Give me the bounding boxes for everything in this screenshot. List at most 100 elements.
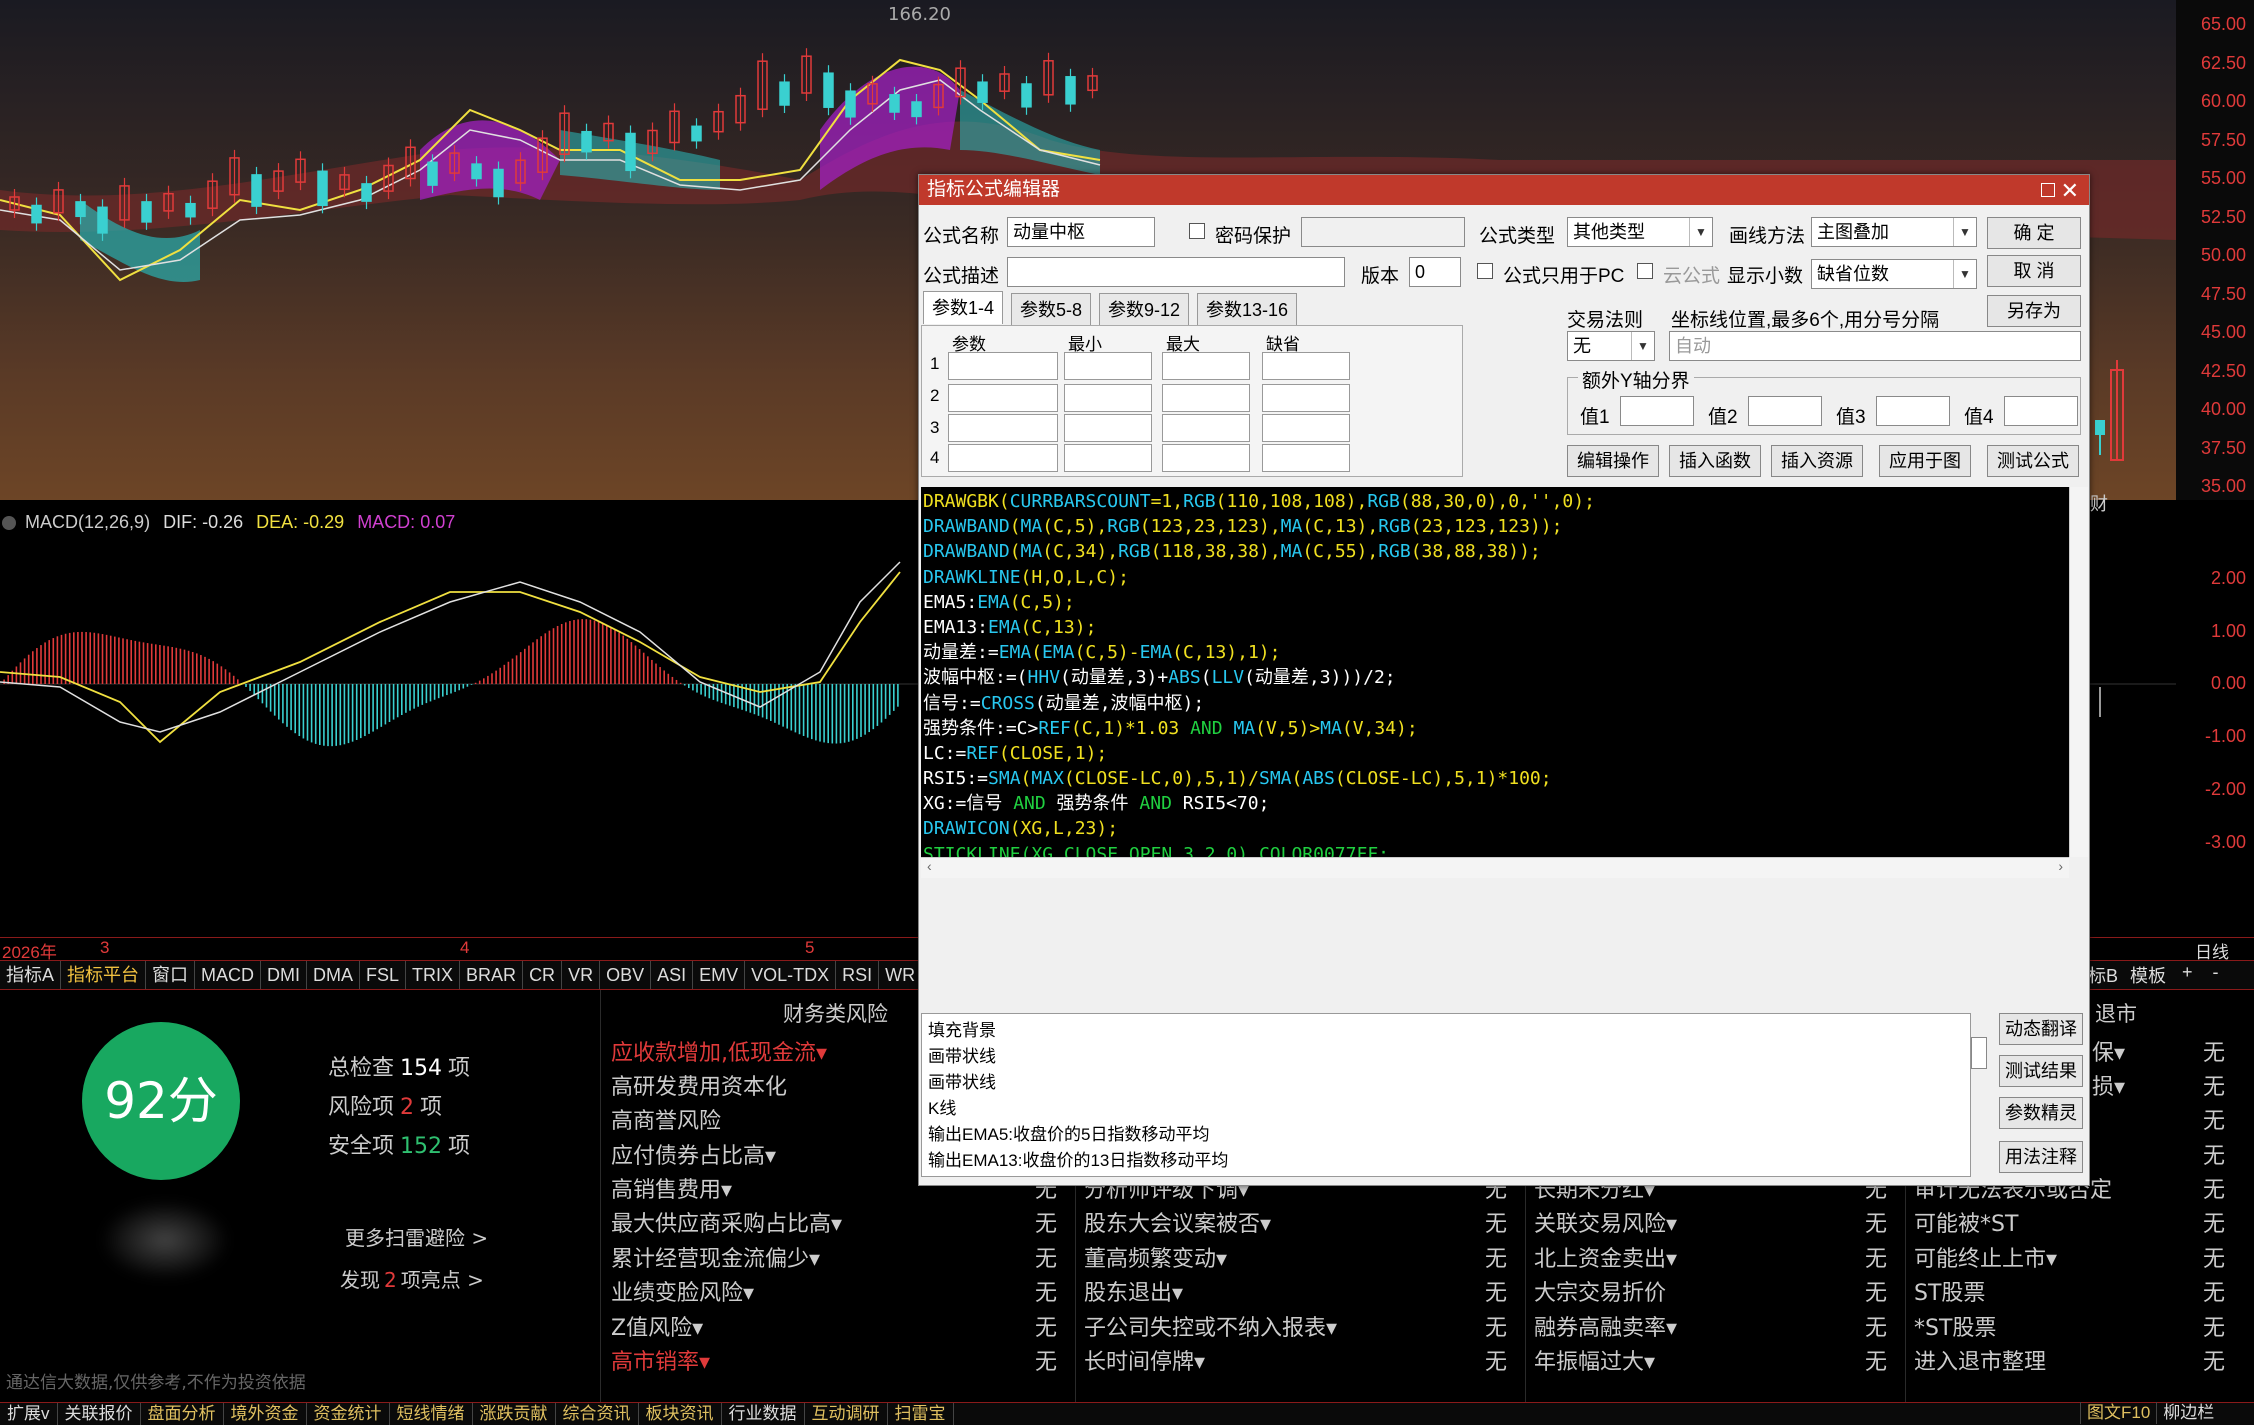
tab-params-5-8[interactable]: 参数5-8 [1011, 293, 1092, 326]
btab-industry[interactable]: 行业数据 [722, 1403, 805, 1425]
param-cell[interactable] [1162, 384, 1250, 412]
risk-item-may-st[interactable]: 可能被*ST [1914, 1206, 2018, 1238]
risk-item-supplier[interactable]: 最大供应商采购占比高▾ [611, 1206, 842, 1238]
risk-item-block-trade[interactable]: 大宗交易折价 [1534, 1275, 1666, 1307]
dialog-title-bar[interactable]: 指标公式编辑器 ✕ [919, 175, 2089, 205]
insert-function-button[interactable]: 插入函数 [1669, 445, 1761, 477]
param-cell[interactable] [1162, 352, 1250, 380]
decimals-select[interactable]: 缺省位数 ▼ [1811, 259, 1977, 289]
add-window-button[interactable]: + [2172, 962, 2203, 988]
tab-indicator-platform[interactable]: 指标平台 [61, 961, 147, 989]
risk-item-receivables[interactable]: 应收款增加,低现金流▾ [611, 1035, 827, 1067]
tab-wr[interactable]: WR [879, 961, 923, 989]
tab-dmi[interactable]: DMI [261, 961, 308, 989]
type-select[interactable]: 其他类型 ▼ [1567, 217, 1713, 247]
dynamic-translate-button[interactable]: 动态翻译 [1999, 1013, 2083, 1045]
risk-item-northbound[interactable]: 北上资金卖出▾ [1534, 1241, 1677, 1273]
code-hscrollbar[interactable]: ‹ › [921, 857, 2069, 878]
risk-item-st-stock[interactable]: ST股票 [1914, 1275, 1985, 1307]
password-input[interactable] [1301, 217, 1465, 247]
risk-item-related-trade[interactable]: 关联交易风险▾ [1534, 1206, 1677, 1238]
coord-input[interactable]: 自动 [1669, 331, 2081, 361]
risk-item-z-score[interactable]: Z值风险▾ [611, 1310, 703, 1342]
btab-foreign-funds[interactable]: 境外资金 [224, 1403, 307, 1425]
param-cell[interactable] [948, 384, 1058, 412]
param-cell[interactable] [1262, 352, 1350, 380]
btab-related-quotes[interactable]: 关联报价 [58, 1403, 141, 1425]
close-icon[interactable]: ✕ [2061, 176, 2079, 206]
risk-item-executive-change[interactable]: 董高频繁变动▾ [1084, 1241, 1227, 1273]
usage-notes-button[interactable]: 用法注释 [1999, 1141, 2083, 1173]
tab-params-9-12[interactable]: 参数9-12 [1099, 293, 1190, 326]
code-vscrollbar[interactable] [2069, 487, 2088, 857]
ok-button[interactable]: 确 定 [1987, 217, 2081, 249]
tab-params-13-16[interactable]: 参数13-16 [1197, 293, 1298, 326]
param-cell[interactable] [1162, 444, 1250, 472]
more-scan-link[interactable]: 更多扫雷避险 > [345, 1222, 488, 1251]
risk-item-ps-ratio[interactable]: 高市销率▾ [611, 1344, 710, 1376]
param-cell[interactable] [1262, 384, 1350, 412]
param-cell[interactable] [1262, 414, 1350, 442]
tab-vol-tdx[interactable]: VOL-TDX [745, 961, 837, 989]
btab-contribution[interactable]: 涨跌贡献 [473, 1403, 556, 1425]
remove-window-button[interactable]: - [2203, 962, 2229, 988]
translation-scrollbar[interactable] [1971, 1037, 1987, 1069]
btab-market-analysis[interactable]: 盘面分析 [141, 1403, 224, 1425]
param-cell[interactable] [948, 444, 1058, 472]
tab-asi[interactable]: ASI [651, 961, 694, 989]
pc-only-checkbox[interactable] [1477, 263, 1493, 279]
tab-fsl[interactable]: FSL [360, 961, 407, 989]
highlights-link[interactable]: 发现 2 项亮点 > [340, 1264, 484, 1293]
tab-params-1-4[interactable]: 参数1-4 [923, 291, 1004, 324]
tab-emv[interactable]: EMV [693, 961, 746, 989]
maximize-icon[interactable] [2041, 183, 2055, 197]
draw-method-select[interactable]: 主图叠加 ▼ [1811, 217, 1977, 247]
btab-f10[interactable]: 图文F10 [2080, 1402, 2156, 1424]
password-checkbox[interactable] [1189, 223, 1205, 239]
param-cell[interactable] [1064, 352, 1152, 380]
scroll-right-icon[interactable]: › [2058, 858, 2063, 874]
scroll-left-icon[interactable]: ‹ [927, 858, 932, 874]
tab-vr[interactable]: VR [562, 961, 601, 989]
apply-to-chart-button[interactable]: 应用于图 [1879, 445, 1971, 477]
formula-name-input[interactable]: 动量中枢 [1007, 217, 1155, 247]
code-editor[interactable]: DRAWGBK(CURRBARSCOUNT=1,RGB(110,108,108)… [921, 487, 2069, 857]
macd-toggle-icon[interactable] [2, 516, 16, 531]
risk-item-shareholder-exit[interactable]: 股东退出▾ [1084, 1275, 1183, 1307]
tab-trix[interactable]: TRIX [406, 961, 461, 989]
btab-sidebar[interactable]: 柳边栏 [2156, 1402, 2220, 1424]
risk-item-sales-expense[interactable]: 高销售费用▾ [611, 1172, 732, 1204]
formula-editor-dialog[interactable]: 指标公式编辑器 ✕ 公式名称 动量中枢 密码保护 公式类型 其他类型 ▼ 画线方法… [918, 174, 2090, 1186]
tab-window[interactable]: 窗口 [146, 961, 196, 989]
insert-resource-button[interactable]: 插入资源 [1771, 445, 1863, 477]
risk-item-shareholder-vote[interactable]: 股东大会议案被否▾ [1084, 1206, 1271, 1238]
risk-item-goodwill[interactable]: 高商誉风险 [611, 1103, 721, 1135]
tab-cr[interactable]: CR [523, 961, 563, 989]
value3-input[interactable] [1876, 396, 1950, 426]
version-input[interactable]: 0 [1409, 257, 1461, 287]
tab-brar[interactable]: BRAR [460, 961, 524, 989]
value4-input[interactable] [2004, 396, 2078, 426]
risk-item-amplitude[interactable]: 年振幅过大▾ [1534, 1344, 1655, 1376]
risk-item-margin[interactable]: 融券高融卖率▾ [1534, 1310, 1677, 1342]
trade-rule-select[interactable]: 无 ▼ [1567, 331, 1655, 361]
risk-item-delist-1[interactable]: 保▾ [2092, 1035, 2125, 1067]
cloud-checkbox[interactable] [1637, 263, 1653, 279]
btab-research[interactable]: 互动调研 [805, 1403, 888, 1425]
param-cell[interactable] [948, 352, 1058, 380]
tab-obv[interactable]: OBV [600, 961, 652, 989]
risk-item-suspension[interactable]: 长时间停牌▾ [1084, 1344, 1205, 1376]
btab-scan[interactable]: 扫雷宝 [888, 1403, 954, 1425]
value1-input[interactable] [1620, 396, 1694, 426]
value2-input[interactable] [1748, 396, 1822, 426]
edit-ops-button[interactable]: 编辑操作 [1567, 445, 1659, 477]
risk-item-rd[interactable]: 高研发费用资本化 [611, 1069, 787, 1101]
btab-expand[interactable]: 扩展v [0, 1403, 58, 1425]
risk-item-earnings[interactable]: 业绩变脸风险▾ [611, 1275, 754, 1307]
tab-dma[interactable]: DMA [307, 961, 361, 989]
param-wizard-button[interactable]: 参数精灵 [1999, 1097, 2083, 1129]
translation-output[interactable]: 填充背景 画带状线 画带状线 K线 输出EMA5:收盘价的5日指数移动平均 输出… [921, 1013, 1971, 1177]
save-as-button[interactable]: 另存为 [1987, 295, 2081, 327]
risk-item-cashflow[interactable]: 累计经营现金流偏少▾ [611, 1241, 820, 1273]
tab-macd[interactable]: MACD [195, 961, 262, 989]
